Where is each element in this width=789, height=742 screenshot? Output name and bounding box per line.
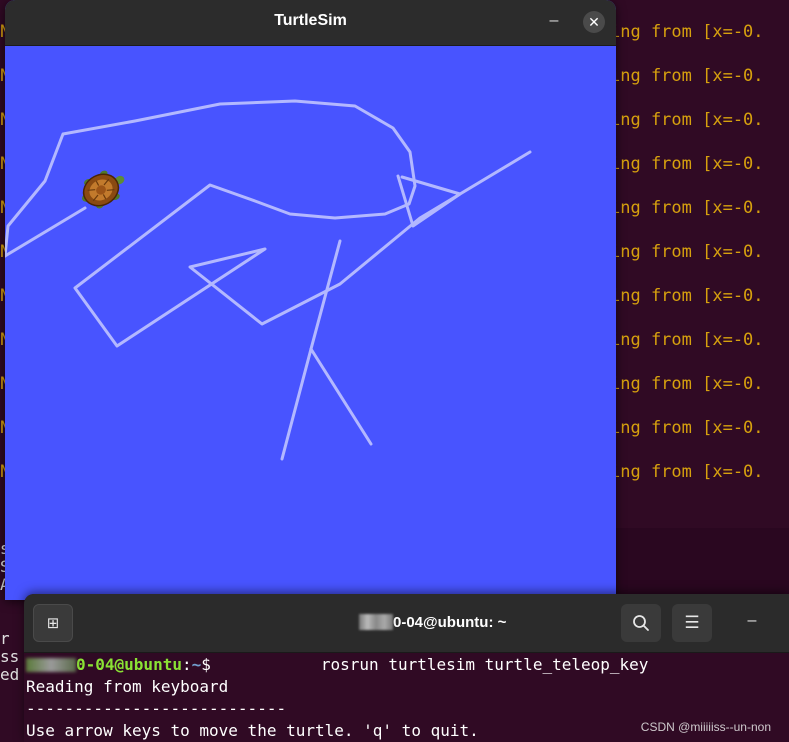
background-terminal-line: ing from [x=-0.: [610, 154, 764, 174]
prompt-user: 0-04@ubuntu: [76, 655, 182, 674]
redacted-username: [359, 614, 393, 630]
redacted-prompt-user: [26, 658, 76, 672]
terminal-headerbar[interactable]: ⊞ 0-04@ubuntu: ~ ☰ –: [24, 594, 789, 653]
background-terminal-lower-char: ed: [0, 666, 20, 684]
desktop: NNNNNNNNNNN ing from [x=-0. ing from [x=-…: [0, 0, 789, 742]
background-terminal-line: ing from [x=-0.: [610, 374, 764, 394]
output-line-1: Reading from keyboard: [26, 677, 229, 696]
menu-button[interactable]: ☰: [672, 604, 712, 642]
background-terminal-line: ing from [x=-0.: [610, 242, 764, 262]
new-tab-button[interactable]: ⊞: [33, 604, 73, 642]
background-terminal-line: ing from [x=-0.: [610, 330, 764, 350]
new-tab-icon: ⊞: [46, 615, 60, 632]
prompt-path: ~: [191, 655, 202, 674]
prompt-dollar: $: [201, 655, 211, 674]
minimize-button[interactable]: –: [542, 9, 566, 33]
background-terminal-lower-char: ss: [0, 648, 20, 666]
background-terminal-line: ing from [x=-0.: [610, 110, 764, 130]
background-terminal-lower-char: [0, 612, 24, 630]
terminal-title: 0-04@ubuntu: ~: [359, 614, 506, 631]
background-terminal-lower-char: r: [0, 630, 10, 648]
background-terminal-line: ing from [x=-0.: [610, 198, 764, 218]
watermark: CSDN @miiiiiss--un-non: [640, 720, 771, 734]
prompt-line: 0-04@ubuntu:~$ rosrun turtlesim turtle_te…: [24, 654, 789, 676]
terminal-title-text: 0-04@ubuntu: ~: [393, 614, 507, 631]
turtlesim-window[interactable]: TurtleSim – ✕: [5, 0, 616, 600]
output-line-2: ---------------------------: [26, 699, 287, 718]
background-terminal-line: ing from [x=-0.: [610, 22, 764, 42]
search-button[interactable]: [621, 604, 661, 642]
menu-icon: ☰: [684, 613, 700, 632]
terminal-minimize-button[interactable]: –: [739, 608, 765, 634]
close-button[interactable]: ✕: [583, 11, 605, 33]
turtlesim-canvas[interactable]: [5, 46, 616, 600]
prompt-separator: :: [181, 655, 192, 674]
background-terminal-output: ing from [x=-0. ing from [x=-0. ing from […: [610, 18, 789, 502]
background-terminal-scroll-area: [610, 528, 789, 594]
turtlesim-titlebar[interactable]: TurtleSim – ✕: [5, 0, 616, 46]
foreground-terminal[interactable]: ⊞ 0-04@ubuntu: ~ ☰ – 0-04@ubuntu:~$ rosru…: [24, 594, 789, 742]
turtlesim-title: TurtleSim: [274, 12, 347, 29]
close-icon: ✕: [588, 14, 600, 30]
command-text: rosrun turtlesim turtle_teleop_key: [320, 655, 649, 674]
search-icon: [633, 615, 649, 631]
background-terminal-line: ing from [x=-0.: [610, 418, 764, 438]
background-terminal-line: ing from [x=-0.: [610, 66, 764, 86]
background-terminal-line: ing from [x=-0.: [610, 286, 764, 306]
background-terminal-line: ing from [x=-0.: [610, 462, 764, 482]
